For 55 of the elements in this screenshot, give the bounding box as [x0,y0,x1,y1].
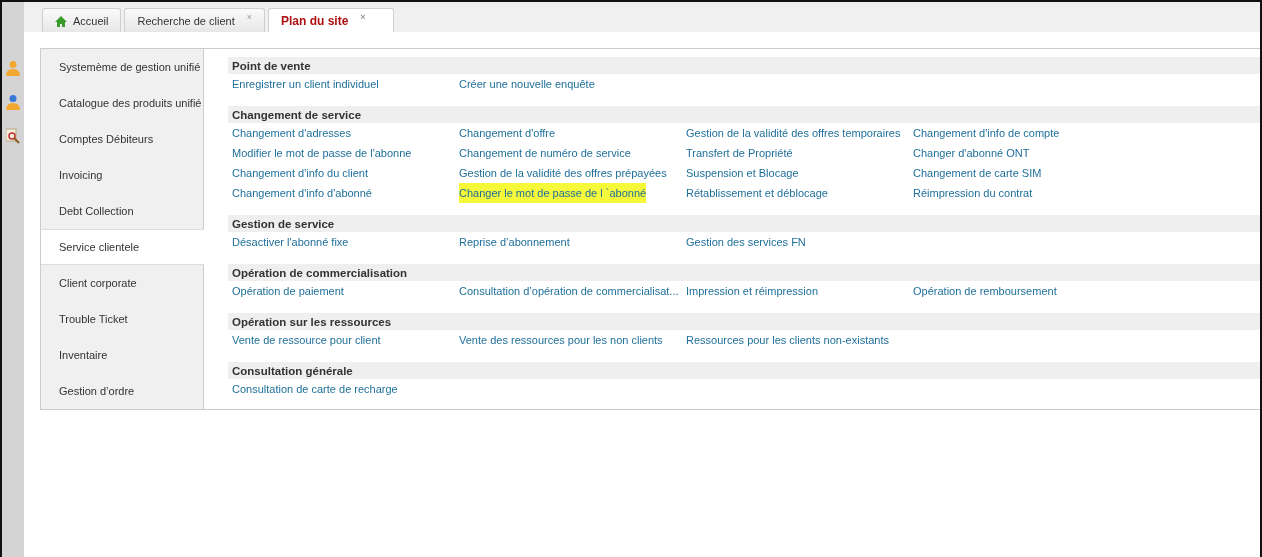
menu-link[interactable]: Gestion des services FN [686,232,806,252]
sidebar-item[interactable]: Systemème de gestion unifié [41,49,203,85]
menu-link[interactable]: Changement d'adresses [232,123,351,143]
search-document-icon[interactable] [6,128,20,144]
menu-link[interactable]: Réimpression du contrat [913,183,1033,203]
menu-link[interactable]: Créer une nouvelle enquête [459,74,595,94]
users-icon[interactable] [6,94,20,110]
menu-link[interactable]: Rétablissement et déblocage [686,183,828,203]
tab[interactable]: Plan du site × [267,8,394,33]
menu-link[interactable]: Consultation d’opération de commercialisat... [459,281,679,301]
menu-link[interactable]: Enregistrer un client individuel [232,74,379,94]
section-heading: Gestion de service [228,215,1260,232]
home-icon [55,15,67,27]
menu-link[interactable]: Changement d'offre [459,123,556,143]
sidebar-item[interactable]: Service clientele [41,229,204,265]
close-icon[interactable]: × [360,12,366,22]
tab-label: Recherche de client [137,15,235,27]
menu-link[interactable]: Ressources pour les clients non-existants [686,330,889,350]
menu-link[interactable]: Suspension et Blocage [686,163,799,183]
section-heading: Opération sur les ressources [228,313,1260,330]
section-heading: Changement de service [228,106,1260,123]
sidebar-item[interactable]: Client corporate [41,265,203,301]
menu-link[interactable]: Opération de remboursement [913,281,1057,301]
menu-link[interactable]: Impression et réimpression [686,281,819,301]
menu-link[interactable]: Vente de ressource pour client [232,330,381,350]
menu-link[interactable]: Modifier le mot de passe de l'abonne [232,143,412,163]
sidebar-item[interactable]: Gestion d’ordre [41,373,203,409]
menu-link[interactable]: Opération de paiement [232,281,344,301]
menu-link[interactable]: Changement d'info du client [232,163,369,183]
sidebar-item[interactable]: Trouble Ticket [41,301,203,337]
menu-link[interactable]: Gestion de la validité des offres temporaires [686,123,901,143]
menu-link[interactable]: Changement d'info d'abonné [232,183,372,203]
menu-link[interactable]: Consultation de carte de recharge [232,379,398,399]
menu-link[interactable]: Changement de numéro de service [459,143,631,163]
menu-link[interactable]: Désactiver l'abonné fixe [232,232,349,252]
menu-link[interactable]: Changer le mot de passe de l `abonné [459,183,647,203]
section-heading: Point de vente [228,57,1260,74]
section-heading: Consultation générale [228,362,1260,379]
sidebar-item[interactable]: Inventaire [41,337,203,373]
menu-link[interactable]: Changement de carte SIM [913,163,1042,183]
sidebar-item[interactable]: Invoicing [41,157,203,193]
menu-link[interactable]: Transfert de Propriété [686,143,793,163]
sidebar-item[interactable]: Catalogue des produits unifié [41,85,203,121]
menu-link[interactable]: Reprise d’abonnement [459,232,570,252]
sidebar-item[interactable]: Debt Collection [41,193,203,229]
menu-link[interactable]: Vente des ressources pour les non clients [459,330,663,350]
menu-link[interactable]: Changement d'info de compte [913,123,1060,143]
tab[interactable]: Accueil [42,8,122,33]
menu-link[interactable]: Gestion de la validité des offres prépayées [459,163,667,183]
menu-link[interactable]: Changer d'abonné ONT [913,143,1030,163]
tab[interactable]: Recherche de client × [124,8,265,33]
tab-label: Plan du site [280,14,349,28]
sidebar-item[interactable]: Comptes Débiteurs [41,121,203,157]
section-heading: Opération de commercialisation [228,264,1260,281]
tab-label: Accueil [73,15,109,27]
